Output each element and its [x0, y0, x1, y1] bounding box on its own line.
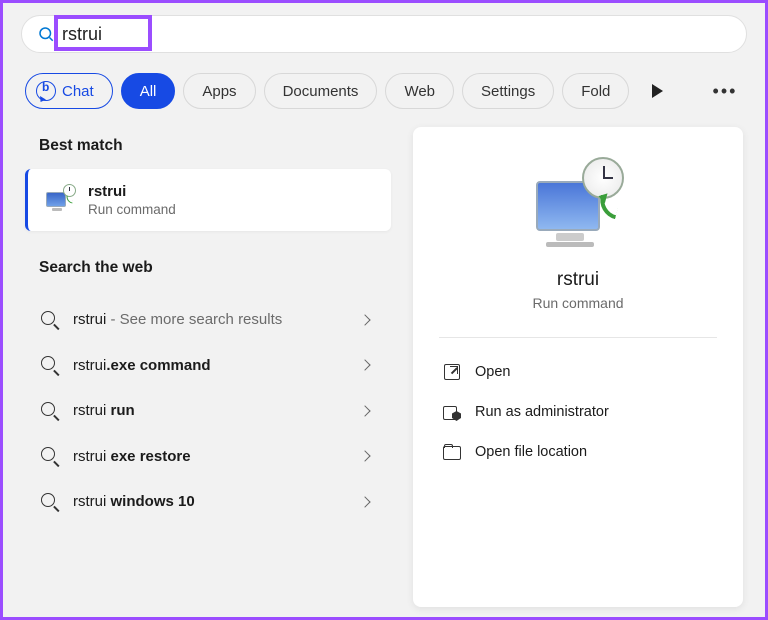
web-result-text: rstrui run: [73, 401, 347, 421]
web-result-text: rstrui windows 10: [73, 492, 347, 512]
action-label: Open file location: [475, 444, 587, 460]
detail-subtitle: Run command: [439, 295, 717, 311]
action-open[interactable]: Open: [439, 352, 717, 392]
more-options-icon[interactable]: •••: [707, 81, 743, 102]
web-result[interactable]: rstrui run: [25, 388, 391, 434]
chevron-right-icon: [359, 314, 370, 325]
search-icon: [41, 402, 59, 420]
filter-chat[interactable]: Chat: [25, 73, 113, 109]
search-icon: [41, 356, 59, 374]
results-column: Best match rstrui Run command Search the…: [25, 127, 391, 607]
section-header-search-web: Search the web: [25, 249, 391, 291]
filter-label: Apps: [202, 83, 236, 100]
system-restore-icon: [44, 185, 74, 215]
web-result-text: rstrui exe restore: [73, 447, 347, 467]
web-result-text: rstrui.exe command: [73, 356, 347, 376]
filter-label: Documents: [283, 83, 359, 100]
action-open-file-location[interactable]: Open file location: [439, 432, 717, 472]
search-icon: [36, 24, 56, 44]
detail-panel: rstrui Run command Open Run as administr…: [413, 127, 743, 607]
result-subtitle: Run command: [88, 202, 176, 217]
chevron-right-icon: [359, 360, 370, 371]
action-run-as-admin[interactable]: Run as administrator: [439, 392, 717, 432]
filter-label: Settings: [481, 83, 535, 100]
open-icon: [443, 363, 461, 381]
action-label: Run as administrator: [475, 404, 609, 420]
search-icon: [41, 311, 59, 329]
filter-all[interactable]: All: [121, 73, 176, 109]
best-match-result[interactable]: rstrui Run command: [25, 169, 391, 231]
web-result[interactable]: rstrui - See more search results: [25, 297, 391, 343]
folder-icon: [443, 443, 461, 461]
search-input[interactable]: [62, 24, 262, 45]
web-results-list: rstrui - See more search results rstrui.…: [25, 297, 391, 525]
admin-shield-icon: [443, 403, 461, 421]
search-icon: [41, 493, 59, 511]
filter-web[interactable]: Web: [385, 73, 454, 109]
chevron-right-icon: [359, 451, 370, 462]
filter-apps[interactable]: Apps: [183, 73, 255, 109]
filter-label: Chat: [62, 83, 94, 100]
chevron-right-icon: [359, 405, 370, 416]
chevron-right-icon: [359, 496, 370, 507]
filter-documents[interactable]: Documents: [264, 73, 378, 109]
search-bar[interactable]: [21, 15, 747, 53]
section-header-best-match: Best match: [25, 127, 391, 169]
web-result-text: rstrui - See more search results: [73, 310, 347, 330]
system-restore-icon-large: [528, 161, 628, 251]
filter-folders[interactable]: Fold: [562, 73, 629, 109]
divider: [439, 337, 717, 338]
search-icon: [41, 447, 59, 465]
web-result[interactable]: rstrui windows 10: [25, 479, 391, 525]
filter-settings[interactable]: Settings: [462, 73, 554, 109]
scroll-right-icon[interactable]: [643, 77, 671, 105]
filter-label: All: [140, 83, 157, 100]
detail-title: rstrui: [439, 269, 717, 291]
web-result[interactable]: rstrui.exe command: [25, 343, 391, 389]
action-label: Open: [475, 364, 510, 380]
bing-chat-icon: [36, 81, 56, 101]
filter-label: Web: [404, 83, 435, 100]
web-result[interactable]: rstrui exe restore: [25, 434, 391, 480]
search-filters: Chat All Apps Documents Web Settings Fol…: [3, 61, 765, 127]
result-title: rstrui: [88, 183, 176, 200]
filter-label: Fold: [581, 83, 610, 100]
